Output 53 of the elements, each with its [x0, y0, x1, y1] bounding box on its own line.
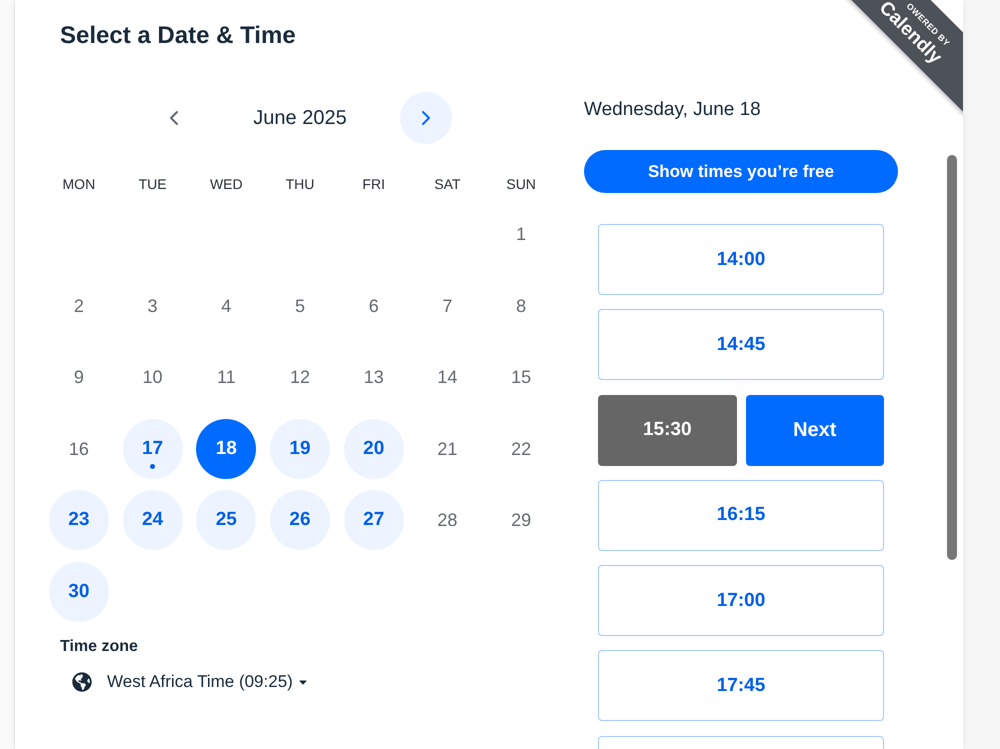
time-slot-button[interactable]: 17:45: [598, 650, 884, 722]
calendar-day[interactable]: 17: [122, 418, 183, 478]
page-title: Select a Date & Time: [60, 22, 297, 50]
day-number: 16: [68, 438, 89, 460]
weekday-label: MON: [62, 175, 96, 194]
time-zone-select[interactable]: West Africa Time (09:25): [72, 670, 309, 694]
calendar-day[interactable]: 20: [344, 418, 404, 478]
day-number: 6: [368, 294, 379, 316]
day-number: 1: [516, 223, 526, 245]
calendar-day[interactable]: 19: [270, 418, 330, 478]
day-number: 15: [511, 366, 532, 388]
calendar-day[interactable]: 18: [196, 418, 256, 478]
next-button[interactable]: Next: [746, 394, 884, 466]
day-number: 10: [142, 366, 163, 388]
weekday-label: TUE: [138, 175, 168, 194]
calendar-day[interactable]: 25: [196, 490, 256, 550]
day-number: 5: [294, 294, 305, 316]
day-number: 14: [437, 366, 458, 388]
day-number: 22: [511, 438, 532, 460]
time-slot-button[interactable]: 14:45: [598, 309, 884, 380]
day-number: 29: [511, 509, 532, 531]
weekday-label: FRI: [361, 175, 386, 194]
globe-icon: [72, 672, 92, 692]
calendar-day[interactable]: 26: [270, 490, 330, 550]
day-number: 12: [290, 366, 310, 388]
selected-time-button[interactable]: 15:30: [598, 394, 736, 466]
day-number: 4: [221, 294, 232, 316]
day-number: 3: [148, 294, 158, 316]
time-slot-button[interactable]: 17:00: [598, 565, 884, 636]
day-number: 7: [442, 294, 452, 316]
day-number: 11: [216, 366, 236, 388]
scrollbar-thumb[interactable]: [947, 155, 957, 560]
selected-date-heading: Wednesday, June 18: [584, 98, 762, 122]
month-label: June 2025: [252, 106, 348, 131]
time-zone-label: Time zone: [60, 637, 139, 658]
time-slot-button[interactable]: 14:00: [598, 224, 884, 295]
day-number: 8: [516, 294, 526, 316]
calendar-day[interactable]: 27: [344, 490, 404, 550]
day-number: 9: [74, 366, 84, 388]
time-slot-button[interactable]: 16:15: [598, 480, 884, 551]
calendar-day[interactable]: 30: [48, 562, 109, 622]
weekday-label: SUN: [505, 175, 537, 194]
weekday-label: WED: [208, 175, 244, 194]
calendar-day[interactable]: 23: [48, 490, 109, 550]
calendar-day[interactable]: 24: [122, 490, 183, 550]
day-number: 2: [74, 294, 84, 316]
day-number: 13: [364, 366, 384, 388]
day-number: 21: [437, 438, 458, 460]
weekday-label: THU: [284, 175, 316, 194]
next-month-button[interactable]: [400, 92, 452, 144]
show-free-times-button[interactable]: Show times you’re free: [584, 150, 898, 193]
day-number: 28: [437, 509, 458, 531]
weekday-label: SAT: [433, 175, 462, 194]
